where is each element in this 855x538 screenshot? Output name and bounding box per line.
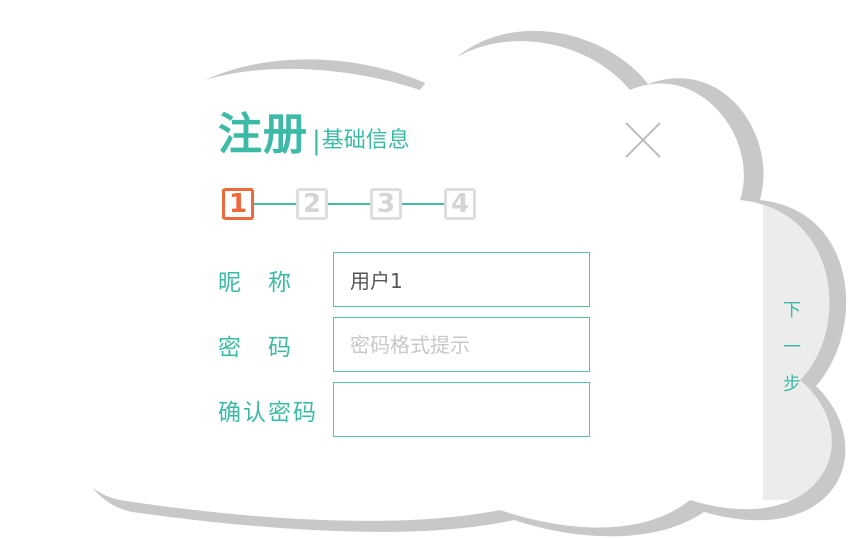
title-subtitle: 基础信息 bbox=[321, 128, 410, 153]
step-connector bbox=[254, 203, 296, 205]
title-separator: | bbox=[312, 126, 321, 156]
nickname-input[interactable] bbox=[333, 252, 590, 307]
password-label: 密 码 bbox=[218, 334, 293, 361]
next-char-3: 步 bbox=[783, 374, 801, 395]
next-step-button[interactable]: 下 一 步 bbox=[770, 296, 814, 396]
password-row: 密 码 bbox=[218, 317, 590, 372]
step-connector bbox=[328, 203, 370, 205]
step-1: 1 bbox=[222, 188, 254, 220]
close-icon bbox=[625, 122, 661, 158]
next-char-2: 一 bbox=[783, 337, 801, 358]
page-title: 注册 | 基础信息 bbox=[218, 110, 410, 160]
next-char-1: 下 bbox=[783, 300, 801, 321]
step-2: 2 bbox=[296, 188, 328, 220]
nickname-row: 昵 称 bbox=[218, 252, 590, 307]
step-3: 3 bbox=[370, 188, 402, 220]
confirm-password-label: 确认密码 bbox=[218, 399, 318, 426]
nickname-label: 昵 称 bbox=[218, 269, 293, 296]
confirm-password-input[interactable] bbox=[333, 382, 590, 437]
step-indicator: 1 2 3 4 bbox=[222, 188, 476, 220]
password-input[interactable] bbox=[333, 317, 590, 372]
step-connector bbox=[402, 203, 444, 205]
confirm-password-row: 确认密码 bbox=[218, 382, 590, 437]
title-main: 注册 bbox=[218, 109, 308, 160]
step-4: 4 bbox=[444, 188, 476, 220]
close-button[interactable] bbox=[624, 121, 662, 159]
